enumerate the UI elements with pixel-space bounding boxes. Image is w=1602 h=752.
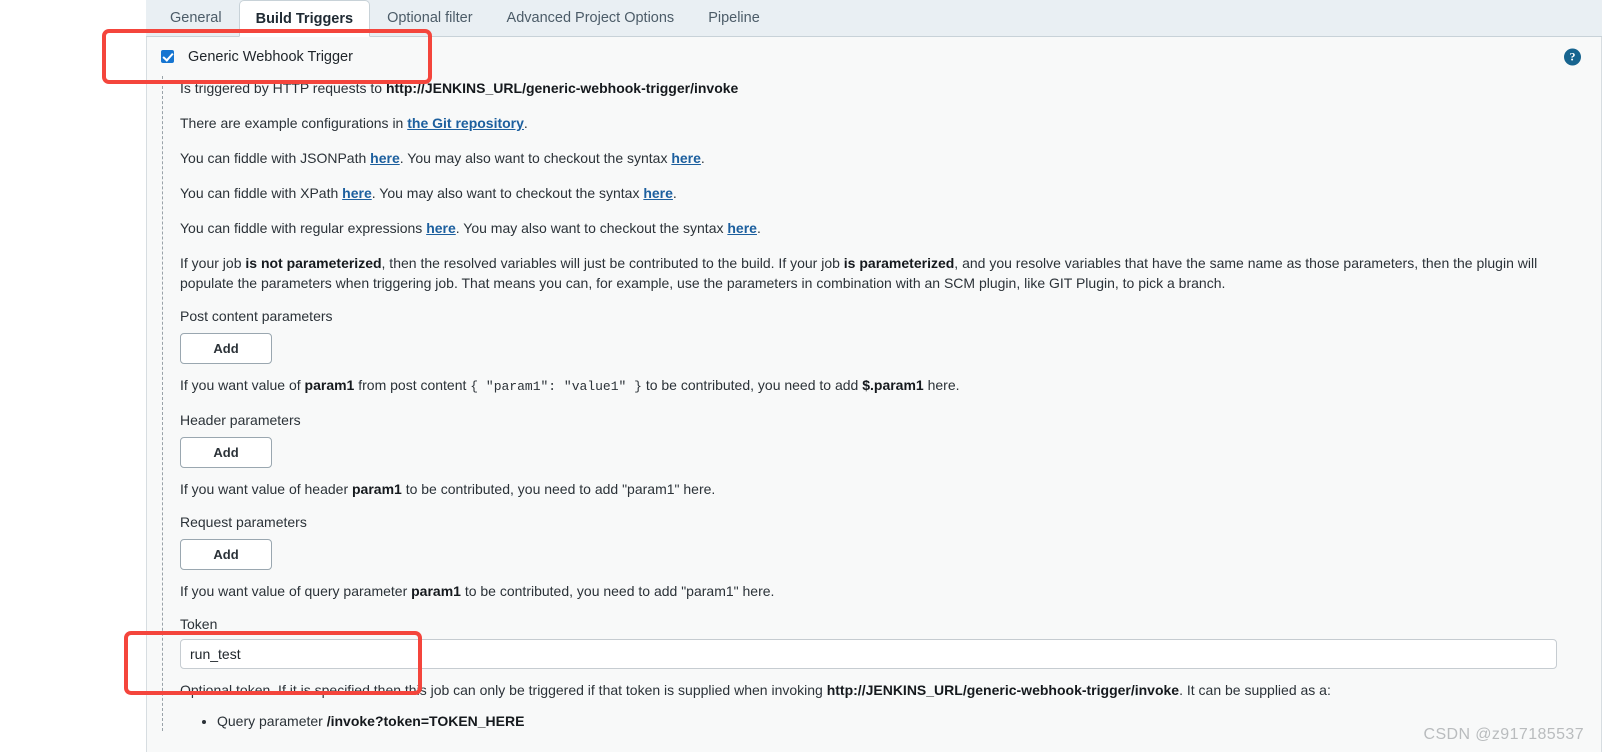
token-supply-methods-list: Query parameter /invoke?token=TOKEN_HERE [180,711,1601,731]
jsonpath-syntax-link[interactable]: here [671,150,701,166]
tab-optional-filter[interactable]: Optional filter [370,0,489,36]
token-note: Optional token. If it is specified then … [180,680,1601,700]
post-content-note: If you want value of param1 from post co… [180,375,1601,397]
intro-git-repo: There are example configurations in the … [180,113,1601,133]
jsonpath-mid: . You may also want to checkout the synt… [399,150,672,166]
intro-regex: You can fiddle with regular expressions … [180,218,1601,238]
parameterized-b1: is not parameterized [245,255,382,271]
header-parameters-title: Header parameters [180,412,301,428]
post-content-note-p4: here. [923,377,960,393]
regex-syntax-link[interactable]: here [727,220,757,236]
jsonpath-suffix: . [700,150,705,166]
regex-suffix: . [756,220,761,236]
left-gutter [0,0,146,752]
request-parameters-note: If you want value of query parameter par… [180,581,1601,601]
token-section: Token Optional token. If it is specified… [180,616,1601,731]
post-content-note-p3: to be contributed, you need to add [641,377,863,393]
tab-advanced-project-options[interactable]: Advanced Project Options [490,0,692,36]
regex-prefix: You can fiddle with regular expressions [180,220,427,236]
request-parameters-title: Request parameters [180,514,307,530]
header-parameters-note-p1: If you want value of header [180,481,352,497]
post-content-add-button[interactable]: Add [180,333,272,364]
parameterized-p2: , then the resolved variables will just … [381,255,844,271]
header-parameters-note-p2: to be contributed, you need to add "para… [401,481,716,497]
intro-git-repo-prefix: There are example configurations in [180,115,408,131]
header-parameters-note: If you want value of header param1 to be… [180,479,1601,499]
post-content-note-code: { "param1": "value1" } [470,379,642,394]
post-content-note-p2: from post content [354,377,471,393]
section-rail [162,76,163,731]
help-icon[interactable]: ? [1564,48,1581,65]
build-triggers-panel: Generic Webhook Trigger ? Is triggered b… [146,37,1602,752]
intro-trigger-url-value: http://JENKINS_URL/generic-webhook-trigg… [385,80,739,96]
token-note-url: http://JENKINS_URL/generic-webhook-trigg… [826,682,1180,698]
xpath-prefix: You can fiddle with XPath [180,185,343,201]
regex-mid: . You may also want to checkout the synt… [455,220,728,236]
jenkins-build-triggers-screen: General Build Triggers Optional filter A… [0,0,1602,752]
token-note-p2: . It can be supplied as a: [1179,682,1331,698]
request-parameters-note-p1: If you want value of query parameter [180,583,412,599]
header-parameters-note-b1: param1 [352,481,402,497]
config-tab-bar: General Build Triggers Optional filter A… [146,0,1602,37]
request-parameters-add-button[interactable]: Add [180,539,272,570]
tab-build-triggers[interactable]: Build Triggers [238,0,371,37]
post-content-parameters-section: Post content parameters Add If you want … [180,308,1601,397]
trigger-content: Is triggered by HTTP requests to http://… [162,76,1601,731]
tab-pipeline[interactable]: Pipeline [691,0,777,36]
watermark: CSDN @z917185537 [1423,726,1584,743]
xpath-suffix: . [672,185,677,201]
generic-webhook-trigger-label[interactable]: Generic Webhook Trigger [188,49,353,65]
xpath-syntax-link[interactable]: here [643,185,673,201]
intro-git-repo-suffix: . [523,115,528,131]
parameterized-b2: is parameterized [843,255,955,271]
regex-fiddle-link[interactable]: here [426,220,456,236]
generic-webhook-trigger-checkbox[interactable] [161,50,174,63]
token-label: Token [180,616,218,632]
post-content-parameters-title: Post content parameters [180,308,333,324]
xpath-fiddle-link[interactable]: here [342,185,372,201]
header-parameters-add-button[interactable]: Add [180,437,272,468]
request-parameters-section: Request parameters Add If you want value… [180,514,1601,601]
list-item: Query parameter /invoke?token=TOKEN_HERE [217,711,1601,731]
request-parameters-note-b1: param1 [411,583,461,599]
tab-general[interactable]: General [153,0,239,36]
token-input[interactable] [180,639,1557,669]
intro-xpath: You can fiddle with XPath here. You may … [180,183,1601,203]
intro-trigger-url-prefix: Is triggered by HTTP requests to [180,80,386,96]
post-content-note-p1: If you want value of [180,377,305,393]
post-content-note-b1: param1 [304,377,355,393]
request-parameters-note-p2: to be contributed, you need to add "para… [460,583,775,599]
token-note-p1: Optional token. If it is specified then … [180,682,827,698]
parameterized-explanation: If your job is not parameterized, then t… [180,253,1562,293]
xpath-mid: . You may also want to checkout the synt… [371,185,644,201]
trigger-body: Is triggered by HTTP requests to http://… [147,76,1601,731]
generic-webhook-trigger-row: Generic Webhook Trigger ? [147,37,1601,76]
token-bullet1-value: /invoke?token=TOKEN_HERE [326,713,525,729]
git-repository-link[interactable]: the Git repository [407,115,524,131]
parameterized-p1: If your job [180,255,246,271]
jsonpath-prefix: You can fiddle with JSONPath [180,150,371,166]
intro-jsonpath: You can fiddle with JSONPath here. You m… [180,148,1601,168]
token-bullet1-prefix: Query parameter [217,713,327,729]
post-content-note-b2: $.param1 [862,377,924,393]
jsonpath-fiddle-link[interactable]: here [370,150,400,166]
intro-trigger-url: Is triggered by HTTP requests to http://… [180,78,1601,98]
header-parameters-section: Header parameters Add If you want value … [180,412,1601,499]
